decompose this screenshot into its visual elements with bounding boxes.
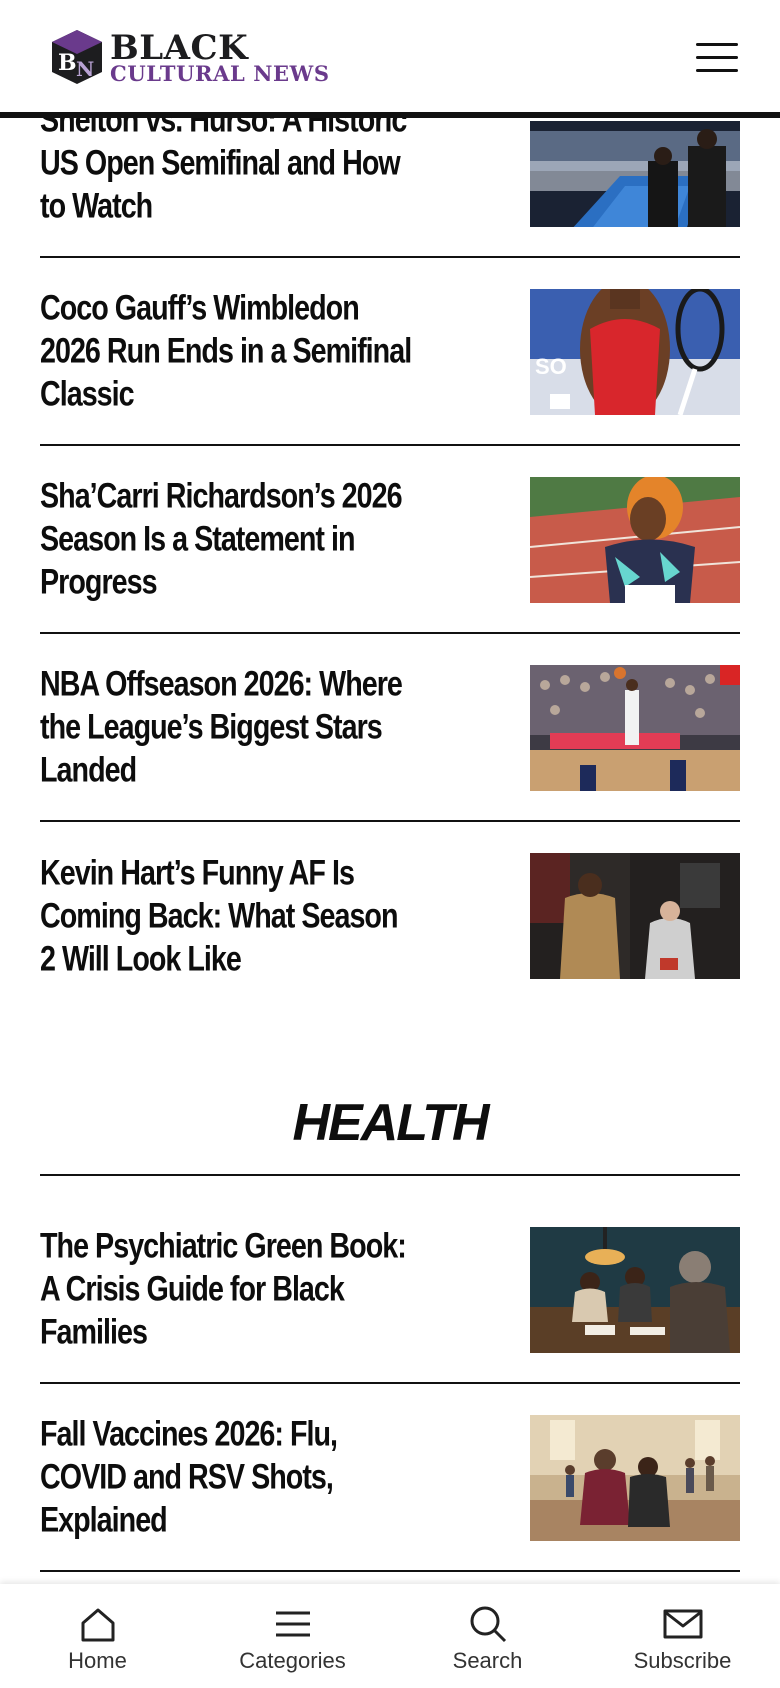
nav-label: Subscribe [633, 1648, 732, 1673]
site-header: B N BLACK CULTURAL NEWS [0, 0, 780, 118]
logo-text-secondary: CULTURAL NEWS [110, 60, 330, 86]
article-title[interactable]: Sha’Carri Richardson’s 2026 Season Is a … [40, 475, 417, 604]
hamburger-menu-button[interactable] [696, 40, 738, 74]
nav-search[interactable]: Search [390, 1584, 585, 1688]
article-thumbnail[interactable]: SO [530, 289, 740, 415]
article-card[interactable]: Sha’Carri Richardson’s 2026 Season Is a … [40, 446, 740, 634]
article-thumbnail[interactable] [530, 477, 740, 603]
logo-mark-icon: B N [52, 30, 102, 84]
search-icon [470, 1606, 506, 1643]
logo-text-primary: BLACK [110, 27, 249, 68]
article-title[interactable]: Fall Vaccines 2026: Flu, COVID and RSV S… [40, 1413, 417, 1542]
nav-subscribe[interactable]: Subscribe [585, 1584, 780, 1688]
article-card[interactable]: Kevin Hart’s Funny AF Is Coming Back: Wh… [40, 822, 740, 1010]
bottom-navigation: Home Categories Search Subscribe [0, 1584, 780, 1688]
article-thumbnail[interactable] [530, 121, 740, 227]
svg-text:B: B [58, 50, 77, 76]
home-icon [81, 1608, 114, 1642]
article-thumbnail[interactable] [530, 853, 740, 979]
nav-categories[interactable]: Categories [195, 1584, 390, 1688]
menu-bar [696, 56, 738, 59]
article-card[interactable]: NBA Offseason 2026: Where the League’s B… [40, 634, 740, 822]
article-thumbnail[interactable] [530, 1415, 740, 1541]
article-feed: Shelton vs. Hurso: A Historic US Open Se… [0, 0, 780, 1688]
article-thumbnail[interactable] [530, 1227, 740, 1353]
menu-bar [696, 43, 738, 46]
nav-label: Home [68, 1648, 127, 1673]
menu-icon [275, 1611, 310, 1637]
nav-label: Categories [239, 1648, 346, 1673]
article-title[interactable]: Kevin Hart’s Funny AF Is Coming Back: Wh… [40, 852, 417, 981]
article-card[interactable]: Fall Vaccines 2026: Flu, COVID and RSV S… [40, 1384, 740, 1572]
nav-label: Search [452, 1648, 523, 1673]
article-card[interactable]: The Psychiatric Green Book: A Crisis Gui… [40, 1196, 740, 1384]
mail-icon [663, 1609, 702, 1639]
menu-bar [696, 69, 738, 72]
article-title[interactable]: NBA Offseason 2026: Where the League’s B… [40, 663, 417, 792]
article-title[interactable]: The Psychiatric Green Book: A Crisis Gui… [40, 1225, 417, 1354]
article-card[interactable]: Coco Gauff’s Wimbledon 2026 Run Ends in … [40, 258, 740, 446]
section-heading-health: HEALTH [40, 1080, 740, 1176]
section-title: HEALTH [292, 1094, 489, 1152]
article-title[interactable]: Coco Gauff’s Wimbledon 2026 Run Ends in … [40, 287, 417, 416]
nav-home[interactable]: Home [0, 1584, 195, 1688]
svg-text:SO: SO [535, 354, 567, 379]
article-thumbnail[interactable] [530, 665, 740, 791]
svg-text:N: N [76, 57, 94, 81]
site-logo[interactable]: B N BLACK CULTURAL NEWS [50, 28, 330, 86]
